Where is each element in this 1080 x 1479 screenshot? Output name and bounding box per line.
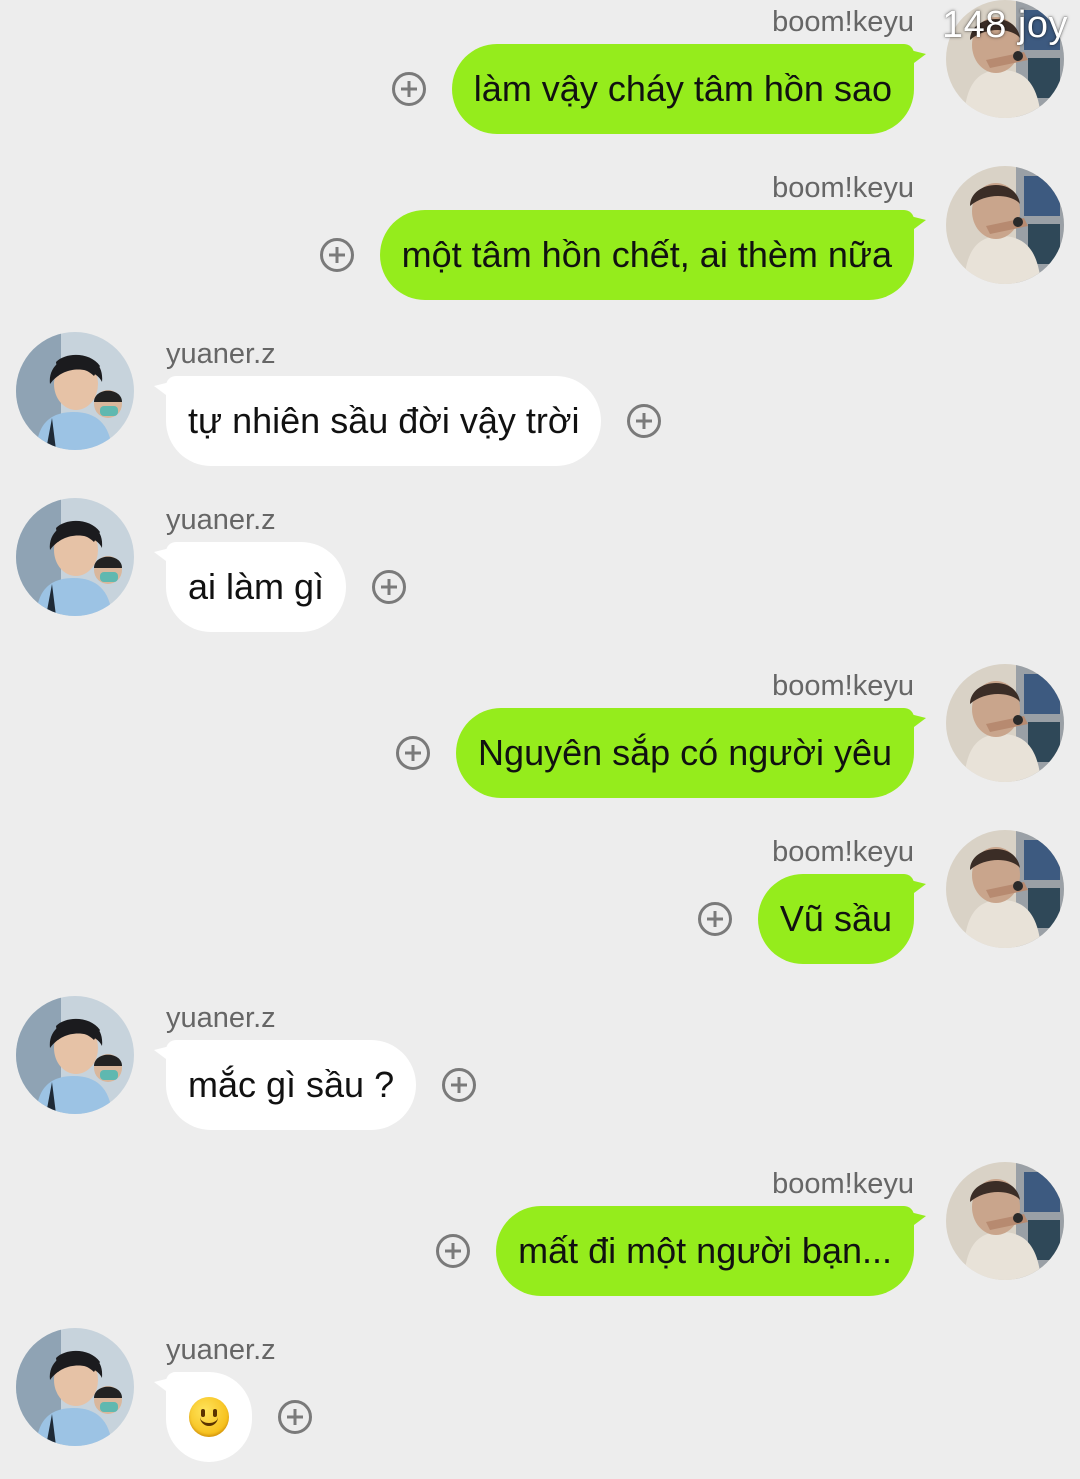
sender-name: boom!keyu <box>772 6 914 38</box>
add-reaction-icon[interactable] <box>391 72 426 106</box>
watermark-label: 148 joy <box>941 4 1068 46</box>
sender-name: boom!keyu <box>772 1168 914 1200</box>
sender-avatar[interactable] <box>16 1328 134 1446</box>
message-bubble[interactable]: mắc gì sầu ? <box>153 1040 417 1130</box>
add-reaction-icon[interactable] <box>442 1068 477 1102</box>
add-reaction-icon[interactable] <box>372 570 407 604</box>
chat-thread[interactable]: boom!keyu làm vậy cháy tâm hồn sao boom!… <box>0 0 1080 1479</box>
message-bubble[interactable] <box>154 1372 252 1462</box>
avatar-photo-boomkeyu-icon <box>946 166 1064 284</box>
avatar-photo-yuanerz-icon <box>16 996 134 1114</box>
sender-name: yuaner.z <box>166 504 276 536</box>
message-row: yuaner.z tự nhiên sầu đời vậy trời <box>0 332 1080 482</box>
avatar-photo-yuanerz-icon <box>16 1328 134 1446</box>
add-reaction-icon[interactable] <box>436 1234 471 1268</box>
message-row: yuaner.z mắc gì sầu ? <box>0 996 1080 1146</box>
message-row: boom!keyu một tâm hồn chết, ai thèm nữa <box>0 166 1080 316</box>
message-bubble[interactable]: Nguyên sắp có người yêu <box>456 708 926 798</box>
avatar-photo-boomkeyu-icon <box>946 830 1064 948</box>
sender-avatar[interactable] <box>946 166 1064 284</box>
message-bubble[interactable]: làm vậy cháy tâm hồn sao <box>451 44 927 134</box>
message-row: yuaner.z ai làm gì <box>0 498 1080 648</box>
add-reaction-icon[interactable] <box>278 1400 312 1434</box>
message-row: boom!keyu Nguyên sắp có người yêu <box>0 664 1080 814</box>
sender-avatar[interactable] <box>16 996 134 1114</box>
add-reaction-icon[interactable] <box>697 902 732 936</box>
avatar-photo-yuanerz-icon <box>16 332 134 450</box>
sender-name: yuaner.z <box>166 338 276 370</box>
add-reaction-icon[interactable] <box>627 404 662 438</box>
sender-name: boom!keyu <box>772 836 914 868</box>
sender-avatar[interactable] <box>946 664 1064 782</box>
message-row: yuaner.z <box>0 1328 1080 1478</box>
sender-name: boom!keyu <box>772 172 914 204</box>
sender-name: yuaner.z <box>166 1334 276 1366</box>
sender-avatar[interactable] <box>946 830 1064 948</box>
message-bubble[interactable]: Vũ sầu <box>757 874 927 964</box>
sender-avatar[interactable] <box>16 332 134 450</box>
message-row: boom!keyu mất đi một người bạn... <box>0 1162 1080 1312</box>
message-bubble[interactable]: ai làm gì <box>153 542 347 632</box>
sender-avatar[interactable] <box>16 498 134 616</box>
avatar-photo-boomkeyu-icon <box>946 1162 1064 1280</box>
sender-name: boom!keyu <box>772 670 914 702</box>
smiley-face-icon <box>189 1397 229 1437</box>
sender-name: yuaner.z <box>166 1002 276 1034</box>
message-row: boom!keyu làm vậy cháy tâm hồn sao <box>0 0 1080 150</box>
avatar-photo-boomkeyu-icon <box>946 664 1064 782</box>
sender-avatar[interactable] <box>946 1162 1064 1280</box>
message-bubble[interactable]: mất đi một người bạn... <box>496 1206 926 1296</box>
add-reaction-icon[interactable] <box>396 736 431 770</box>
message-bubble[interactable]: tự nhiên sầu đời vậy trời <box>153 376 602 466</box>
avatar-photo-yuanerz-icon <box>16 498 134 616</box>
message-bubble[interactable]: một tâm hồn chết, ai thèm nữa <box>379 210 927 300</box>
add-reaction-icon[interactable] <box>319 238 354 272</box>
message-row: boom!keyu Vũ sầu <box>0 830 1080 980</box>
